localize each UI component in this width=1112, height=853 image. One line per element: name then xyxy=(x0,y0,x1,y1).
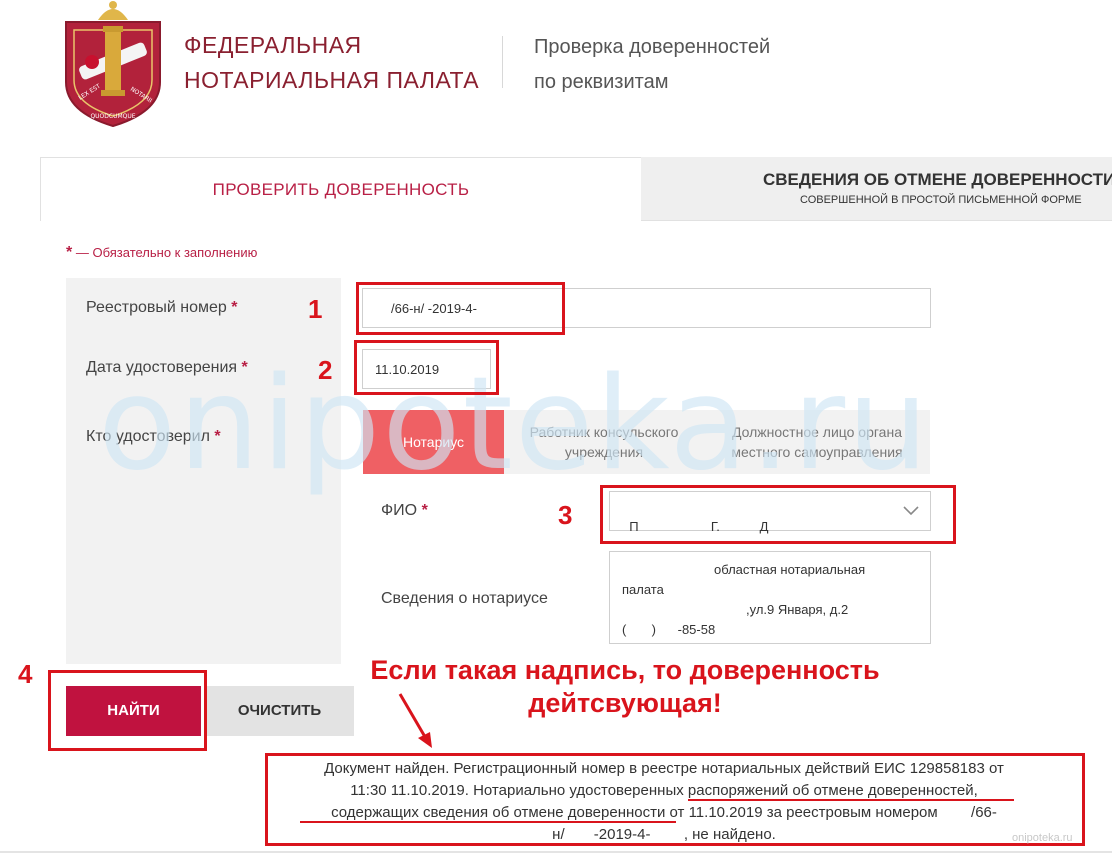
underline-not-found xyxy=(680,843,786,845)
annotation-number-1: 1 xyxy=(308,294,323,324)
result-line1: Документ найден. Регистрационный номер в… xyxy=(324,760,1004,777)
callout-line1: Если такая надпись, то доверенность xyxy=(370,655,880,685)
annotation-box-4 xyxy=(48,670,207,751)
form-labels-panel xyxy=(66,278,341,664)
underline-cancellation-info xyxy=(300,821,676,823)
registry-number-label: Реестровый номер * xyxy=(86,299,238,316)
tab-check-power-of-attorney[interactable]: ПРОВЕРИТЬ ДОВЕРЕННОСТЬ xyxy=(40,157,641,221)
certified-by-label: Кто удостоверил * xyxy=(86,428,221,445)
notary-info-line3: ,ул.9 Января, д.2 xyxy=(746,602,849,617)
option-local-government-official[interactable]: Должностное лицо органа местного самоупр… xyxy=(704,410,930,474)
annotation-box-3 xyxy=(600,485,956,544)
subtitle-line1: Проверка доверенностей xyxy=(534,36,771,58)
search-result-message: Документ найден. Регистрационный номер в… xyxy=(270,758,1058,844)
fio-label: ФИО * xyxy=(381,502,428,519)
logo-motto-bottom: QUODCUMQUE xyxy=(90,113,135,120)
notary-info-line2: палата xyxy=(622,582,664,597)
corner-watermark: onipoteka.ru xyxy=(1012,832,1073,844)
underline-cancellation-orders xyxy=(688,799,1014,801)
org-name-line1: ФЕДЕРАЛЬНАЯ xyxy=(184,32,362,58)
org-name-line2: НОТАРИАЛЬНАЯ ПАЛАТА xyxy=(184,67,480,93)
certification-date-label: Дата удостоверения * xyxy=(86,359,248,376)
certified-by-segmented-control: Нотариус Работник консульского учреждени… xyxy=(363,410,930,474)
required-note: * — Обязательно к заполнению xyxy=(66,244,257,262)
notary-info-line1: областная нотариальная xyxy=(714,562,866,577)
annotation-box-1 xyxy=(356,282,565,335)
annotation-box-2 xyxy=(354,340,499,395)
option-notary[interactable]: Нотариус xyxy=(363,410,504,474)
annotation-number-3: 3 xyxy=(558,500,573,530)
subtitle-line2: по реквизитам xyxy=(534,71,669,93)
tab-check-label: ПРОВЕРИТЬ ДОВЕРЕННОСТЬ xyxy=(212,180,470,199)
tab-cancellation-info[interactable]: СВЕДЕНИЯ ОБ ОТМЕНЕ ДОВЕРЕННОСТИ СОВЕРШЕН… xyxy=(641,157,1112,221)
callout-arrow-icon xyxy=(398,693,432,748)
organization-name: ФЕДЕРАЛЬНАЯ НОТАРИАЛЬНАЯ ПАЛАТА xyxy=(184,28,479,98)
notary-chamber-logo: LEX EST NOTARII QUODCUMQUE xyxy=(65,1,161,128)
notary-info-line4: ( ) -85-58 xyxy=(622,622,716,637)
annotation-number-4: 4 xyxy=(18,659,33,689)
tab-cancellation-subtitle: СОВЕРШЕННОЙ В ПРОСТОЙ ПИСЬМЕННОЙ ФОРМЕ xyxy=(800,194,1082,206)
page-subtitle: Проверка доверенностей по реквизитам xyxy=(534,30,770,100)
notary-info-label: Сведения о нотариусе xyxy=(381,590,548,607)
result-line4: н/ -2019-4- , не найдено. xyxy=(552,826,776,843)
required-note-text: — Обязательно к заполнению xyxy=(75,245,258,260)
tab-cancellation-title: СВЕДЕНИЯ ОБ ОТМЕНЕ ДОВЕРЕННОСТИ xyxy=(763,170,1112,189)
annotation-number-2: 2 xyxy=(318,355,333,385)
required-star: * xyxy=(66,244,73,261)
option-consular-worker[interactable]: Работник консульского учреждения xyxy=(504,410,704,474)
header-divider xyxy=(502,36,503,88)
notary-info-field: областная нотариальная палата ,ул.9 Янва… xyxy=(609,551,931,644)
